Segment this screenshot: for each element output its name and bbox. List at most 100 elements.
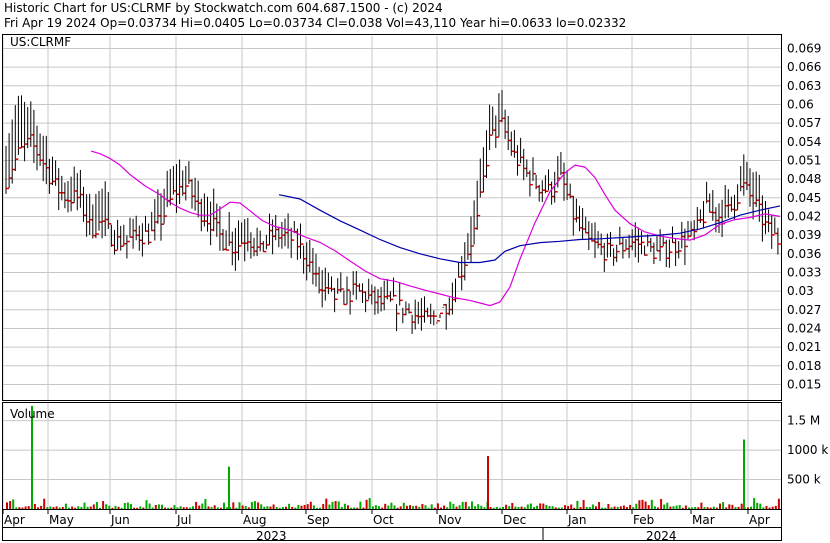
volume-bar: [511, 502, 514, 509]
volume-bar: [520, 506, 523, 509]
volume-bar: [616, 506, 619, 509]
price-bar: [98, 191, 102, 231]
price-bar: [138, 225, 143, 251]
volume-bar: [297, 505, 300, 509]
price-bar: [774, 217, 778, 235]
volume-bar: [362, 507, 365, 509]
price-bar: [21, 95, 25, 148]
price-bar: [399, 282, 403, 306]
volume-bar: [409, 505, 411, 509]
volume-bar: [52, 507, 55, 509]
volume-bar: [591, 504, 594, 509]
price-bar: [42, 135, 47, 182]
x-tick-label: Aug: [243, 513, 266, 527]
price-bar: [569, 183, 574, 199]
price-bar: [210, 201, 214, 246]
volume-bar: [223, 502, 225, 509]
volume-bar: [694, 507, 697, 509]
price-bar: [24, 101, 28, 162]
volume-bar: [130, 504, 132, 509]
price-bar: [315, 253, 319, 287]
price-bar: [272, 219, 276, 255]
x-tick-label: Mar: [692, 513, 715, 527]
volume-bar: [154, 504, 157, 509]
volume-bar: [74, 507, 77, 509]
volume-bar: [675, 505, 678, 509]
volume-bar: [46, 507, 49, 509]
price-bar: [182, 170, 186, 196]
volume-bar: [412, 506, 415, 509]
volume-bar: [49, 506, 52, 509]
y-tick-label: 0.066: [787, 60, 821, 74]
volume-bar: [480, 505, 483, 509]
volume-bar: [650, 499, 653, 509]
price-bar: [482, 147, 487, 193]
volume-bar: [573, 507, 576, 509]
price-bar: [101, 188, 106, 239]
volume-bar: [306, 504, 309, 509]
price-bar: [631, 229, 636, 251]
volume-bar: [684, 505, 687, 509]
price-bar: [566, 170, 571, 201]
volume-bar: [449, 501, 452, 509]
price-bar: [219, 206, 223, 251]
volume-bar: [173, 505, 176, 509]
volume-bar: [102, 501, 105, 509]
price-bar: [486, 130, 490, 178]
price-bar: [135, 215, 140, 241]
volume-bar: [746, 507, 749, 509]
price-bar: [154, 199, 158, 241]
price-bar: [92, 204, 96, 239]
price-bar: [749, 168, 753, 207]
y-tick-label: 0.039: [787, 228, 821, 242]
volume-bar: [396, 507, 399, 509]
price-bar: [396, 304, 400, 332]
volume-bar: [762, 507, 765, 509]
volume-bar: [148, 503, 151, 509]
volume-bar: [474, 506, 477, 509]
volume-bar: [247, 507, 250, 509]
volume-bar: [725, 507, 728, 509]
price-bar: [244, 219, 248, 262]
volume-bar: [588, 506, 591, 509]
price-bar: [548, 169, 552, 191]
volume-bar: [629, 505, 632, 509]
price-bar: [510, 131, 515, 156]
y-tick-label: 0.021: [787, 340, 821, 354]
volume-bar: [570, 504, 573, 509]
volume-bar: [92, 504, 95, 509]
volume-bar: [300, 505, 303, 509]
volume-bar: [697, 507, 700, 509]
volume-bar: [204, 498, 207, 509]
volume-bar: [526, 504, 529, 509]
volume-bar: [740, 503, 743, 509]
volume-bar: [418, 506, 421, 509]
price-bar: [448, 297, 453, 316]
volume-bar: [195, 501, 198, 509]
volume-bar: [715, 507, 718, 509]
price-bar: [39, 133, 44, 166]
x-tick-label: Nov: [438, 513, 461, 527]
price-bar: [213, 188, 217, 232]
volume-bar: [756, 502, 759, 509]
y-tick-label: 0.027: [787, 303, 821, 317]
volume-bar: [27, 506, 30, 509]
price-bar: [365, 291, 369, 313]
price-bar: [703, 201, 707, 229]
price-bar: [613, 248, 617, 266]
price-bar: [110, 224, 115, 247]
volume-bar: [477, 504, 480, 509]
volume-bar: [365, 499, 368, 509]
volume-bar: [712, 506, 715, 509]
price-bar: [777, 227, 781, 255]
x-tick-label: Feb: [633, 513, 654, 527]
price-bar: [765, 200, 769, 235]
moving-average-short: [90, 150, 781, 307]
volume-tick-label: 500 k: [787, 473, 821, 487]
volume-bar: [123, 503, 126, 509]
price-bar: [393, 277, 397, 297]
volume-bar: [771, 506, 774, 509]
price-bar: [58, 168, 62, 211]
price-bar: [473, 200, 478, 245]
moving-averages: [90, 150, 781, 307]
